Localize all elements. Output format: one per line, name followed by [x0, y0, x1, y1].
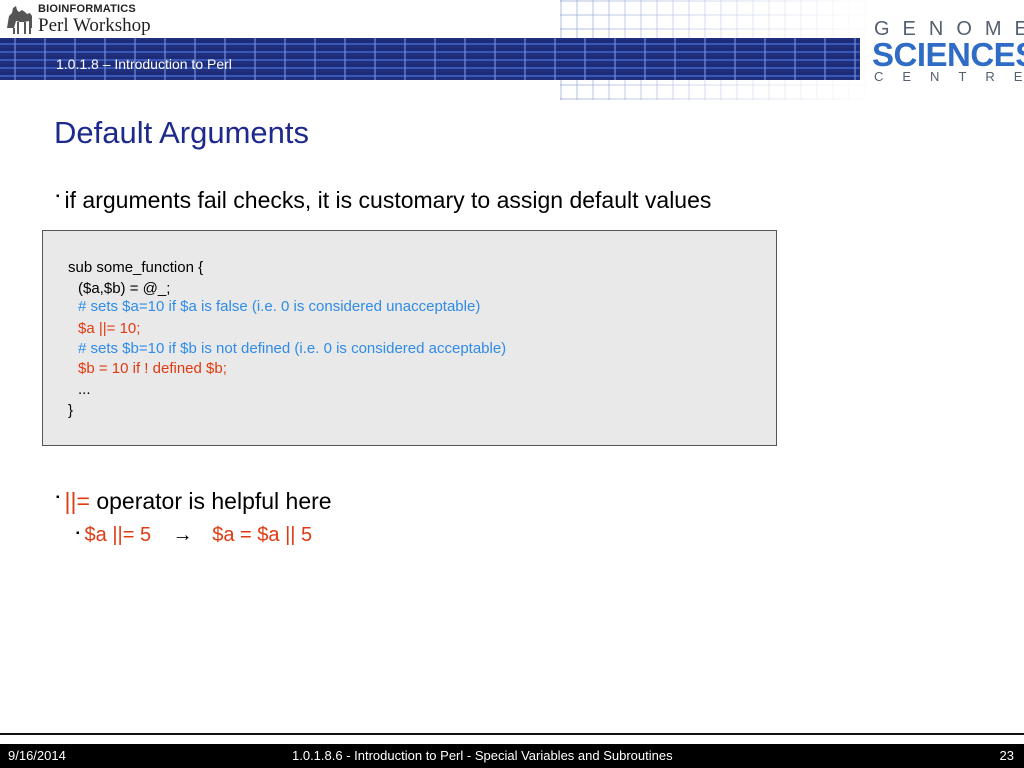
- logo-bottom-text: Perl Workshop: [38, 15, 151, 36]
- code-line: }: [68, 402, 74, 419]
- bullet-2: ▪ ||= operator is helpful here: [56, 488, 332, 515]
- footer-title: 1.0.1.8.6 - Introduction to Perl - Speci…: [292, 748, 673, 763]
- code-line: sub some_function {: [68, 259, 204, 276]
- bullet-dot: ▪: [56, 191, 60, 202]
- sub-bullet: ▪ $a ||= 5 → $a = $a || 5: [76, 524, 312, 547]
- slide-header: BIOINFORMATICS Perl Workshop 1.0.1.8 – I…: [0, 0, 1024, 100]
- course-title: 1.0.1.8 – Introduction to Perl: [56, 56, 232, 72]
- code-line: ...: [78, 381, 91, 398]
- slide-footer: 9/16/2014 1.0.1.8.6 - Introduction to Pe…: [0, 744, 1024, 768]
- bullet-1: ▪ if arguments fail checks, it is customa…: [56, 187, 711, 214]
- bioinformatics-logo: BIOINFORMATICS Perl Workshop: [4, 2, 174, 38]
- bullet-2-text: operator is helpful here: [89, 488, 332, 514]
- code-line: ($a,$b) = @_;: [78, 280, 171, 297]
- code-highlight-line: $b = 10 if ! defined $b;: [78, 360, 227, 377]
- sub-bullet-left: $a ||= 5: [84, 524, 152, 546]
- arrow-icon: →: [172, 524, 193, 546]
- logo-top-text: BIOINFORMATICS: [38, 3, 136, 15]
- code-comment-line: # sets $a=10 if $a is false (i.e. 0 is c…: [78, 298, 481, 315]
- footer-date: 9/16/2014: [8, 748, 66, 763]
- operator-highlight: ||=: [64, 488, 90, 514]
- gsc-logo-row3: CENTRE: [874, 69, 1022, 84]
- code-highlight-line: $a ||= 10;: [78, 320, 141, 337]
- camel-icon: [7, 6, 32, 34]
- code-comment-line: # sets $b=10 if $b is not defined (i.e. …: [78, 340, 507, 357]
- page-number: 23: [999, 748, 1014, 763]
- footer-divider: [0, 733, 1024, 735]
- sub-bullet-right: $a = $a || 5: [212, 524, 313, 546]
- bullet-1-text: if arguments fail checks, it is customar…: [64, 187, 712, 213]
- bullet-dot: ▪: [56, 492, 60, 503]
- slide-title: Default Arguments: [54, 115, 310, 150]
- bullet-dot: ▪: [76, 528, 80, 539]
- code-block: sub some_function { ($a,$b) = @_; # sets…: [42, 230, 777, 446]
- genome-sciences-centre-logo: GENOME SCIENCES CENTRE: [868, 16, 1024, 86]
